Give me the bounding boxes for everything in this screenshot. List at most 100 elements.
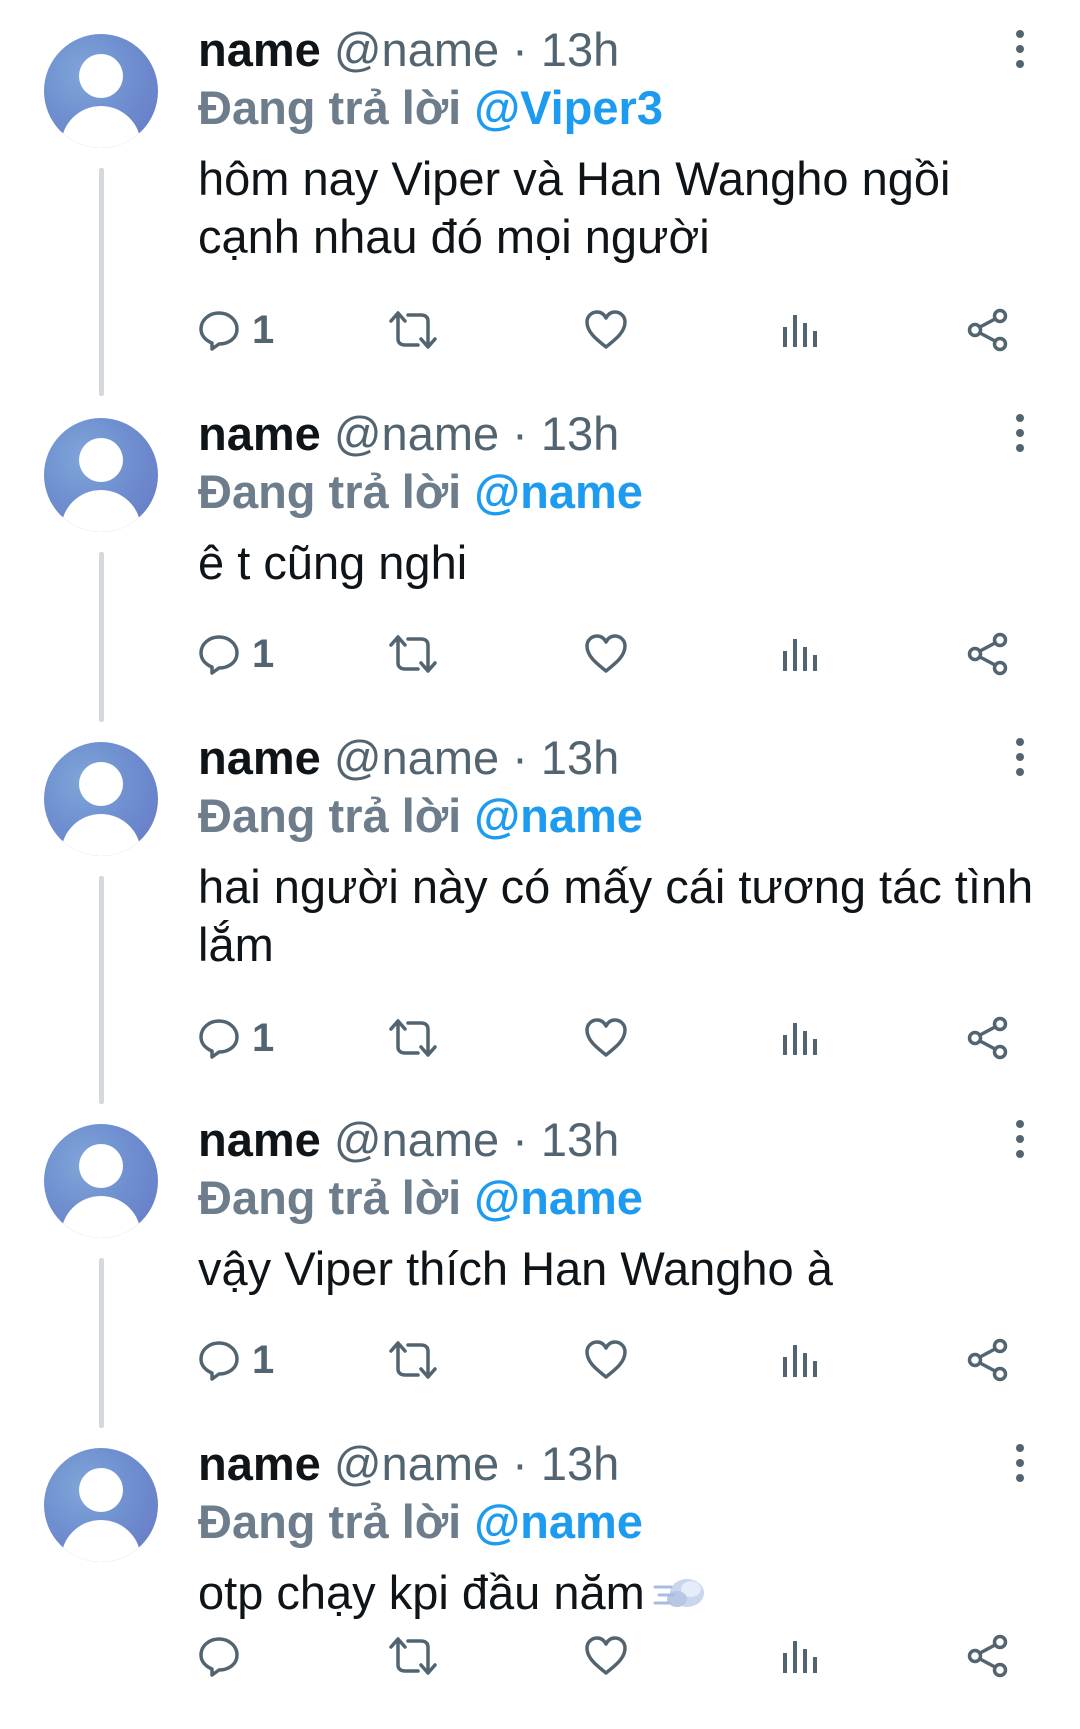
share-button[interactable] — [965, 1008, 1011, 1068]
tweet-text: hai người này có mấy cái tương tác tình … — [198, 860, 1034, 971]
tweet-actions: 1 — [0, 624, 1080, 684]
more-options-icon[interactable] — [1005, 414, 1035, 454]
tweet-actions: 1 — [0, 300, 1080, 360]
replying-to: Đang trả lời @name — [198, 1494, 643, 1550]
avatar[interactable] — [44, 742, 158, 856]
like-button[interactable] — [583, 300, 629, 360]
share-icon — [967, 1634, 1008, 1678]
reply-icon — [199, 1637, 239, 1677]
reply-icon — [199, 1341, 239, 1381]
like-button[interactable] — [583, 1008, 629, 1068]
tweet-1[interactable]: name @name · 13h Đang trả lời @Viper3 hô… — [0, 0, 1080, 396]
heart-icon — [585, 1018, 627, 1057]
replying-to-mention[interactable]: @name — [474, 1495, 643, 1548]
avatar[interactable] — [44, 1448, 158, 1562]
tweet-actions — [0, 1626, 1080, 1686]
avatar[interactable] — [44, 1124, 158, 1238]
more-options-icon[interactable] — [1005, 738, 1035, 778]
like-button[interactable] — [583, 1330, 629, 1390]
like-button[interactable] — [583, 624, 629, 684]
dashing-away-emoji — [653, 1579, 704, 1607]
display-name[interactable]: name — [198, 23, 321, 76]
views-button[interactable] — [780, 300, 820, 360]
tweet-3[interactable]: name @name · 13h Đang trả lời @name hai … — [0, 708, 1080, 1104]
tweet-header: name @name · 13h — [198, 1112, 619, 1168]
views-button[interactable] — [780, 1008, 820, 1068]
retweet-icon — [389, 1341, 437, 1379]
replying-to-mention[interactable]: @name — [474, 1171, 643, 1224]
display-name[interactable]: name — [198, 1113, 321, 1166]
tweet-header: name @name · 13h — [198, 22, 619, 78]
share-button[interactable] — [965, 1626, 1011, 1686]
views-button[interactable] — [780, 1330, 820, 1390]
reply-button[interactable]: 1 — [196, 624, 274, 684]
more-options-icon[interactable] — [1005, 1444, 1035, 1484]
heart-icon — [585, 1636, 627, 1675]
views-icon — [783, 1023, 817, 1055]
display-name[interactable]: name — [198, 407, 321, 460]
retweet-icon — [389, 1637, 437, 1675]
share-icon — [967, 1338, 1008, 1382]
like-button[interactable] — [583, 1626, 629, 1686]
heart-icon — [585, 634, 627, 673]
tweet-text: hôm nay Viper và Han Wangho ngồi cạnh nh… — [198, 152, 951, 263]
heart-icon — [585, 310, 627, 349]
display-name[interactable]: name — [198, 1437, 321, 1490]
retweet-icon — [389, 311, 437, 349]
replying-to-label: Đang trả lời — [198, 81, 462, 134]
replying-to-label: Đang trả lời — [198, 465, 462, 518]
reply-button[interactable]: 1 — [196, 1330, 274, 1390]
replying-to: Đang trả lời @Viper3 — [198, 80, 663, 136]
avatar[interactable] — [44, 418, 158, 532]
replying-to-mention[interactable]: @name — [474, 465, 643, 518]
replying-to: Đang trả lời @name — [198, 1170, 643, 1226]
heart-icon — [585, 1340, 627, 1379]
tweet-4[interactable]: name @name · 13h Đang trả lời @name vậy … — [0, 1090, 1080, 1428]
replying-to: Đang trả lời @name — [198, 788, 643, 844]
share-button[interactable] — [965, 1330, 1011, 1390]
retweet-button[interactable] — [388, 1330, 438, 1390]
display-name[interactable]: name — [198, 731, 321, 784]
retweet-button[interactable] — [388, 1626, 438, 1686]
tweet-actions: 1 — [0, 1330, 1080, 1390]
retweet-icon — [389, 635, 437, 673]
handle-and-time: @name · 13h — [333, 1437, 620, 1490]
reply-button[interactable]: 1 — [196, 300, 274, 360]
tweet-header: name @name · 13h — [198, 1436, 619, 1492]
more-options-icon[interactable] — [1005, 1120, 1035, 1160]
share-icon — [967, 308, 1008, 352]
reply-icon — [199, 635, 239, 675]
reply-icon — [199, 311, 239, 351]
replying-to-mention[interactable]: @Viper3 — [474, 81, 663, 134]
views-icon — [783, 1345, 817, 1377]
tweet-2[interactable]: name @name · 13h Đang trả lời @name ê t … — [0, 384, 1080, 722]
views-icon — [783, 315, 817, 347]
reply-count: 1 — [252, 1015, 275, 1060]
retweet-button[interactable] — [388, 624, 438, 684]
retweet-button[interactable] — [388, 1008, 438, 1068]
views-button[interactable] — [780, 624, 820, 684]
handle-and-time: @name · 13h — [333, 407, 620, 460]
reply-button[interactable]: 1 — [196, 1008, 274, 1068]
reply-count: 1 — [252, 631, 275, 676]
tweet-text: otp chạy kpi đầu năm — [198, 1566, 645, 1619]
replying-to-mention[interactable]: @name — [474, 789, 643, 842]
tweet-text: vậy Viper thích Han Wangho à — [198, 1242, 833, 1295]
thread-connector-line — [99, 876, 104, 1104]
views-button[interactable] — [780, 1626, 820, 1686]
thread-connector-line — [99, 168, 104, 396]
tweet-text: ê t cũng nghi — [198, 536, 468, 589]
reply-button[interactable] — [196, 1626, 252, 1686]
more-options-icon[interactable] — [1005, 30, 1035, 70]
tweet-header: name @name · 13h — [198, 730, 619, 786]
share-button[interactable] — [965, 624, 1011, 684]
tweet-header: name @name · 13h — [198, 406, 619, 462]
avatar[interactable] — [44, 34, 158, 148]
replying-to: Đang trả lời @name — [198, 464, 643, 520]
share-button[interactable] — [965, 300, 1011, 360]
replying-to-label: Đang trả lời — [198, 1495, 462, 1548]
tweet-5[interactable]: name @name · 13h Đang trả lời @name otp … — [0, 1414, 1080, 1729]
retweet-button[interactable] — [388, 300, 438, 360]
tweet-text-container: otp chạy kpi đầu năm — [198, 1564, 1038, 1622]
reply-icon — [199, 1019, 239, 1059]
